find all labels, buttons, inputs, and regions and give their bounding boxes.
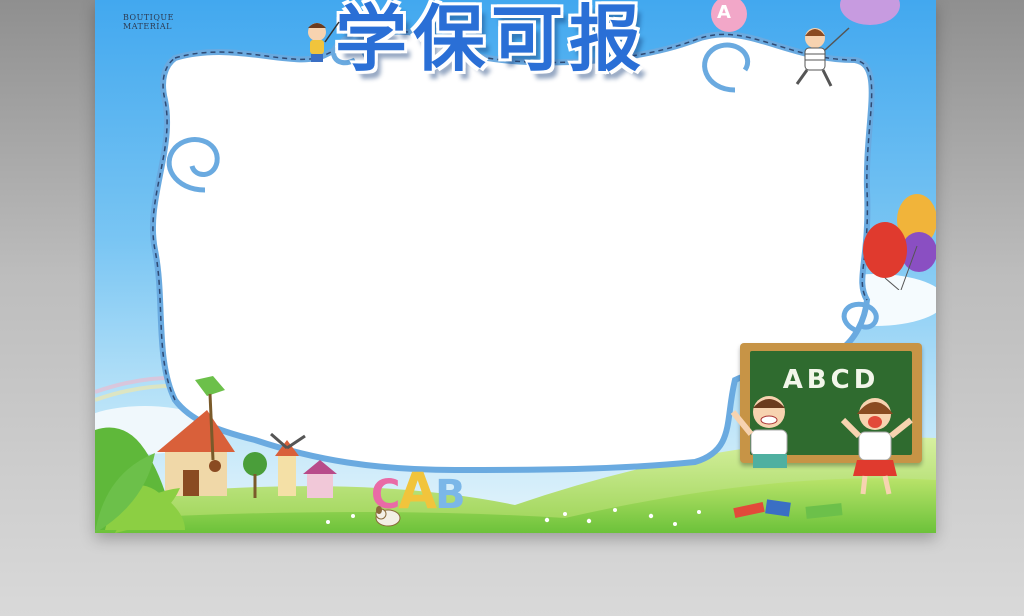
balloon-top (840, 0, 900, 25)
brand-line2: MATERIAL (123, 22, 172, 31)
brand-logo: BOUTIQUE MATERIAL (123, 12, 174, 31)
leaf-decoration (95, 453, 180, 533)
poster-title: 学保可报 (335, 0, 648, 81)
block-b: B (435, 472, 465, 518)
balloon-letter-text: A (717, 2, 731, 23)
puppy (375, 506, 401, 527)
brand-line1: BOUTIQUE (123, 13, 174, 22)
kid-girl (840, 398, 913, 495)
poster-canvas: BOUTIQUE MATERIAL 学保可报 A CAB ABCD (95, 0, 936, 533)
balloon-cluster (863, 194, 936, 290)
block-a: A (398, 462, 437, 520)
books (733, 499, 843, 519)
kid-boy (730, 396, 788, 468)
kid-flying-right (795, 27, 850, 87)
kid-flying-left (308, 21, 340, 62)
